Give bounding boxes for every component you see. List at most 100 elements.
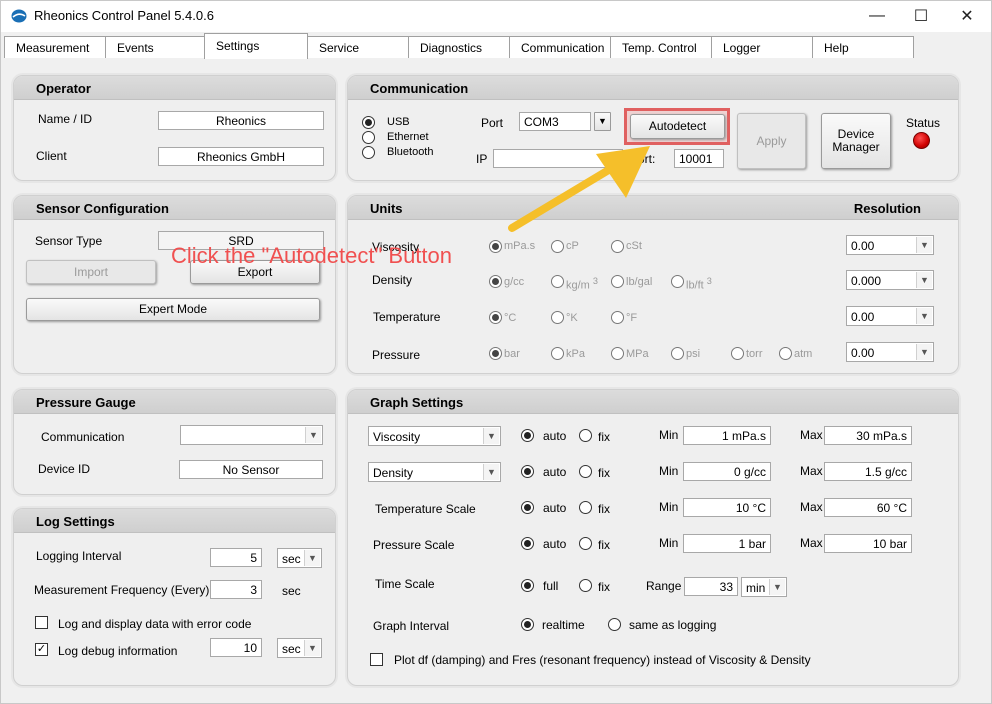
port-dropdown-arrow[interactable]: ▼ (594, 112, 611, 131)
bluetooth-label: Bluetooth (387, 146, 434, 158)
viscosity-cst-radio[interactable] (611, 240, 624, 253)
viscosity-resolution-select[interactable]: 0.00 ▼ (846, 235, 934, 255)
pressure-kpa-radio[interactable] (551, 347, 564, 360)
measurement-frequency-unit: sec (282, 584, 301, 598)
port-label: Port (481, 116, 504, 130)
chevron-down-icon: ▼ (304, 550, 320, 566)
row4-max-field[interactable]: 10 bar (824, 534, 912, 553)
density-lbft3-radio[interactable] (671, 275, 684, 288)
log-debug-unit-select[interactable]: sec ▼ (277, 638, 322, 658)
viscosity-mpas-radio[interactable] (489, 240, 502, 253)
autodetect-button[interactable]: Autodetect (630, 114, 725, 139)
pressure-torr-label: torr (746, 348, 763, 360)
graph-row1-select[interactable]: Viscosity ▼ (368, 426, 501, 446)
row1-auto-radio[interactable] (521, 429, 534, 442)
viscosity-cp-radio[interactable] (551, 240, 564, 253)
row3-min-field[interactable]: 10 °C (683, 498, 771, 517)
density-kgm3-radio[interactable] (551, 275, 564, 288)
pressure-atm-radio[interactable] (779, 347, 792, 360)
row2-auto-radio[interactable] (521, 465, 534, 478)
tab-temp-control[interactable]: Temp. Control (610, 36, 712, 58)
tab-measurement[interactable]: Measurement (4, 36, 106, 58)
log-error-checkbox[interactable] (35, 616, 48, 629)
pressure-scale-label: Pressure Scale (373, 538, 455, 552)
pressure-psi-label: psi (686, 348, 701, 360)
maximize-button[interactable]: ☐ (898, 0, 944, 32)
row1-max-field[interactable]: 30 mPa.s (824, 426, 912, 445)
pressure-bar-radio[interactable] (489, 347, 502, 360)
log-debug-checkbox[interactable]: ✓ (35, 643, 48, 656)
log-debug-field[interactable]: 10 (210, 638, 262, 657)
pressure-kpa-label: kPa (566, 348, 585, 360)
ethernet-radio[interactable] (362, 131, 375, 144)
graph-row2-select[interactable]: Density ▼ (368, 462, 501, 482)
gauge-communication-select[interactable]: ▼ (180, 425, 323, 445)
pressure-torr-radio[interactable] (731, 347, 744, 360)
time-full-radio[interactable] (521, 579, 534, 592)
ethernet-label: Ethernet (387, 131, 429, 143)
temp-k-radio[interactable] (551, 311, 564, 324)
row3-auto-radio[interactable] (521, 501, 534, 514)
port2-field[interactable]: 10001 (674, 149, 724, 168)
interval-same-radio[interactable] (608, 618, 621, 631)
expert-mode-button[interactable]: Expert Mode (26, 298, 320, 321)
temp-f-radio[interactable] (611, 311, 624, 324)
row3-fix-radio[interactable] (579, 501, 592, 514)
pressure-atm-label: atm (794, 348, 813, 360)
temperature-resolution-select[interactable]: 0.00 ▼ (846, 306, 934, 326)
plot-df-checkbox[interactable] (370, 653, 383, 666)
pressure-mpa-radio[interactable] (611, 347, 624, 360)
time-scale-label: Time Scale (375, 577, 435, 591)
operator-title: Operator (14, 76, 335, 100)
row4-min-field[interactable]: 1 bar (683, 534, 771, 553)
row3-max-field[interactable]: 60 °C (824, 498, 912, 517)
tab-events[interactable]: Events (105, 36, 207, 58)
row4-fix-radio[interactable] (579, 537, 592, 550)
row1-min-field[interactable]: 1 mPa.s (683, 426, 771, 445)
time-fix-radio[interactable] (579, 579, 592, 592)
pressure-psi-radio[interactable] (671, 347, 684, 360)
communication-title: Communication (348, 76, 958, 100)
logging-interval-unit-select[interactable]: sec ▼ (277, 548, 322, 568)
usb-radio[interactable] (362, 116, 375, 129)
annotation-arrow-icon (508, 146, 650, 232)
client-label: Client (36, 149, 67, 163)
tab-settings[interactable]: Settings (204, 33, 308, 59)
interval-same-label: same as logging (629, 618, 717, 632)
density-gcc-label: g/cc (504, 276, 525, 288)
temp-c-radio[interactable] (489, 311, 502, 324)
row2-fix-radio[interactable] (579, 465, 592, 478)
tab-logger[interactable]: Logger (711, 36, 813, 58)
chevron-down-icon: ▼ (916, 344, 932, 360)
row4-auto-radio[interactable] (521, 537, 534, 550)
range-label: Range (646, 579, 682, 593)
pressure-resolution-select[interactable]: 0.00 ▼ (846, 342, 934, 362)
logging-interval-field[interactable]: 5 (210, 548, 262, 567)
viscosity-mpas-label: mPa.s (504, 240, 536, 252)
device-manager-button[interactable]: Device Manager (821, 113, 891, 169)
density-resolution-select[interactable]: 0.000 ▼ (846, 270, 934, 290)
minimize-button[interactable]: — (854, 0, 900, 32)
range-field[interactable]: 33 (684, 577, 738, 596)
row1-fix-radio[interactable] (579, 429, 592, 442)
name-field[interactable]: Rheonics (158, 111, 324, 130)
measurement-frequency-field[interactable]: 3 (210, 580, 262, 599)
port-select[interactable]: COM3 (519, 112, 591, 131)
tab-diagnostics[interactable]: Diagnostics (408, 36, 510, 58)
bluetooth-radio[interactable] (362, 146, 375, 159)
apply-button[interactable]: Apply (737, 113, 806, 169)
row2-min-field[interactable]: 0 g/cc (683, 462, 771, 481)
graph-row2-value: Density (373, 466, 414, 480)
import-button[interactable]: Import (26, 260, 156, 284)
density-gcc-radio[interactable] (489, 275, 502, 288)
density-kgm-sup: 3 (592, 276, 598, 286)
tab-help[interactable]: Help (812, 36, 914, 58)
tab-service[interactable]: Service (307, 36, 409, 58)
interval-realtime-radio[interactable] (521, 618, 534, 631)
row2-max-field[interactable]: 1.5 g/cc (824, 462, 912, 481)
tab-communication[interactable]: Communication (509, 36, 611, 58)
range-unit-select[interactable]: min ▼ (741, 577, 787, 597)
density-lbgal-radio[interactable] (611, 275, 624, 288)
client-field[interactable]: Rheonics GmbH (158, 147, 324, 166)
close-button[interactable]: ✕ (944, 0, 990, 32)
